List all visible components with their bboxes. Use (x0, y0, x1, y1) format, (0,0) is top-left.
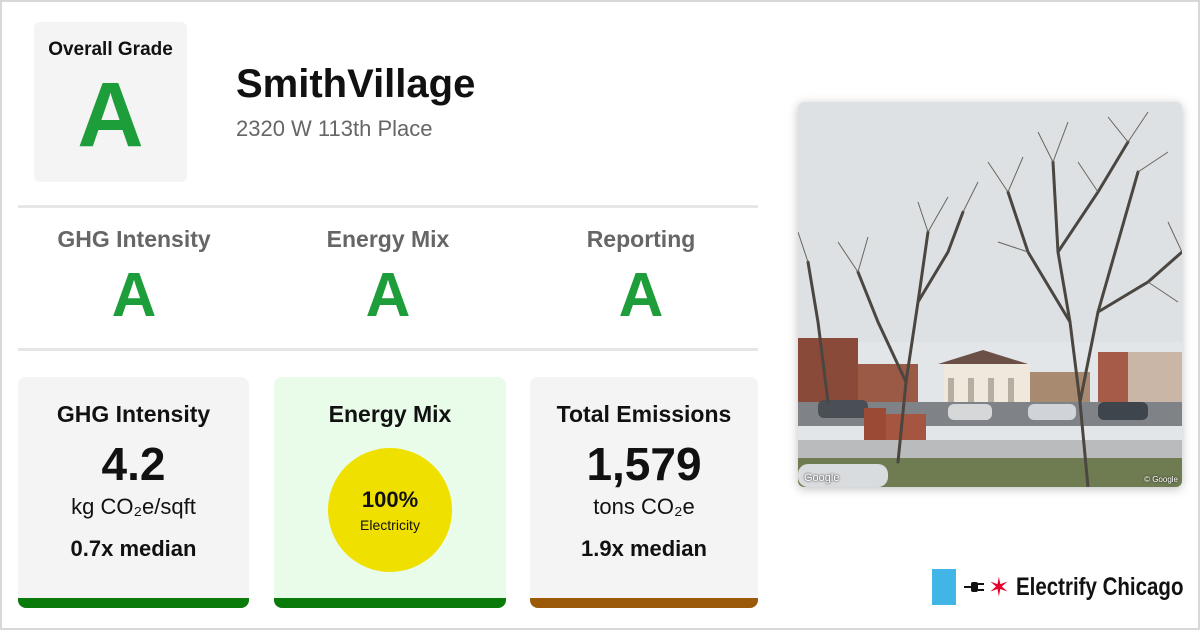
subgrade-ghg-letter: A (111, 261, 157, 330)
total-emissions-card: Total Emissions 1,579 tons CO₂e 1.9x med… (530, 377, 758, 608)
ghg-card-median: 0.7x median (70, 536, 197, 561)
building-name: SmithVillage (236, 62, 476, 106)
building-address: 2320 W 113th Place (236, 116, 433, 141)
ghg-card-unit: kg CO₂e/sqft (71, 494, 196, 519)
emissions-card-bar (530, 598, 758, 608)
energy-mix-percent: 100% (361, 487, 419, 512)
mix-card-title: Energy Mix (328, 401, 452, 427)
red-star-icon: ✶ (988, 572, 1010, 602)
emissions-card-unit: tons CO₂e (593, 494, 695, 519)
logo-text: Electrify Chicago (1015, 572, 1184, 601)
divider-bottom (18, 348, 758, 351)
subgrade-reporting: Reporting A (531, 226, 751, 327)
subgrade-energy-mix: Energy Mix A (278, 226, 498, 327)
subgrade-reporting-letter: A (618, 261, 664, 330)
ghg-card-bar (18, 598, 249, 608)
energy-mix-source: Electricity (360, 517, 420, 533)
divider-top (18, 205, 758, 208)
emissions-card-title: Total Emissions (556, 401, 732, 427)
overall-grade-label: Overall Grade (48, 39, 173, 60)
emissions-card-value: 1,579 (586, 438, 702, 490)
subgrade-ghg: GHG Intensity A (24, 226, 244, 327)
overall-grade-letter: A (77, 64, 144, 166)
ghg-intensity-card: GHG Intensity 4.2 kg CO₂e/sqft 0.7x medi… (18, 377, 249, 608)
emissions-card-median: 1.9x median (581, 536, 707, 561)
ghg-card-title: GHG Intensity (56, 401, 211, 427)
plug-icon (964, 582, 984, 592)
building-street-photo: Google © Google (798, 102, 1182, 487)
electrify-chicago-logo[interactable]: ✶ Electrify Chicago (932, 569, 1200, 605)
mix-card-bar (274, 598, 506, 608)
ghg-card-value: 4.2 (101, 438, 166, 490)
subgrade-ghg-label: GHG Intensity (57, 226, 211, 252)
subgrade-energy-mix-label: Energy Mix (326, 226, 450, 252)
chicago-flag-icon (932, 569, 956, 605)
photo-credit: Google (804, 472, 840, 484)
overall-grade-box: Overall Grade A (34, 22, 187, 182)
energy-mix-circle: 100% Electricity (328, 448, 452, 572)
subgrade-energy-mix-letter: A (365, 261, 411, 330)
subgrade-reporting-label: Reporting (586, 226, 696, 252)
photo-copyright: © Google (1144, 475, 1178, 484)
energy-mix-card: Energy Mix 100% Electricity (274, 377, 506, 608)
